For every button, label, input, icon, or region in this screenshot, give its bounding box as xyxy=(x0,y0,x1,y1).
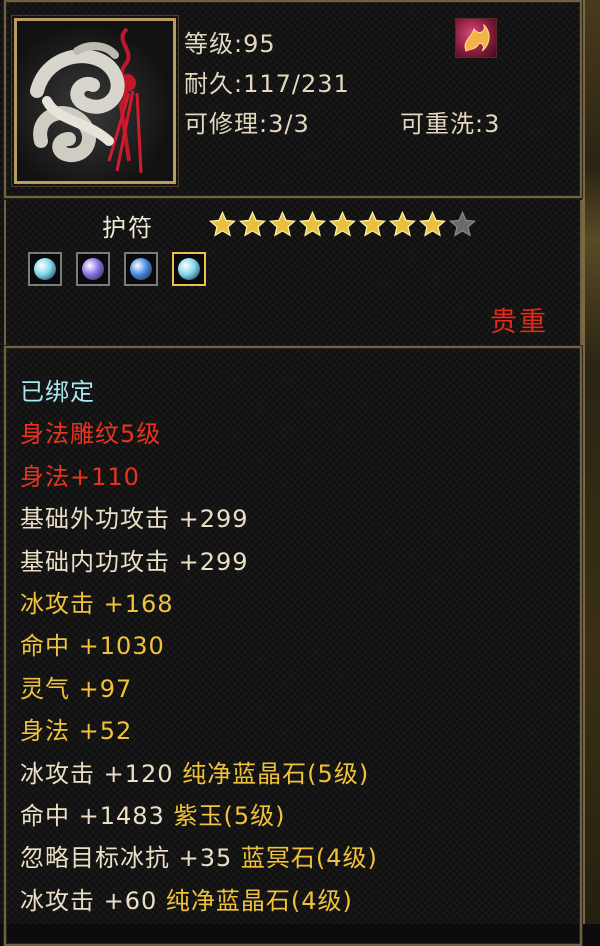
attribute-line: 冰攻击 +168 xyxy=(20,590,174,618)
flame-icon xyxy=(455,18,497,58)
gem-name: 蓝冥石(4级) xyxy=(240,844,378,873)
star-filled-icon xyxy=(238,210,267,237)
star-filled-icon xyxy=(208,210,237,237)
star-filled-icon xyxy=(358,210,387,237)
star-filled-icon xyxy=(298,210,327,237)
gem-attribute-line: 忽略目标冰抗 +35 蓝冥石(4级) xyxy=(20,838,378,873)
attribute-line: 灵气 +97 xyxy=(20,674,133,703)
attribute-line: 基础内功攻击 +299 xyxy=(20,547,249,576)
attribute-line: 身法雕纹5级 xyxy=(20,420,162,449)
attribute-line: 基础外功攻击 +299 xyxy=(20,505,249,534)
cyan-gem-icon[interactable] xyxy=(28,252,62,286)
attribute-line: 命中 +1030 xyxy=(20,632,165,661)
item-name: 护符 xyxy=(102,214,154,242)
attribute-line: 已绑定 xyxy=(20,378,95,406)
gem-core xyxy=(82,258,104,280)
blue-gem-icon[interactable] xyxy=(124,252,158,286)
star-filled-icon xyxy=(328,210,357,237)
gem-core xyxy=(130,258,152,280)
star-rating xyxy=(208,210,478,240)
gem-stat: 忽略目标冰抗 +35 xyxy=(20,844,241,873)
gem-core xyxy=(178,258,200,280)
gem-name: 紫玉(5级) xyxy=(173,802,286,830)
jade-amulet-icon xyxy=(11,15,179,187)
durability-text: 耐久:117/231 xyxy=(184,70,350,98)
gem-name: 纯净蓝晶石(4级) xyxy=(165,886,353,915)
gem-core xyxy=(34,258,56,280)
gem-stat: 命中 +1483 xyxy=(20,802,174,830)
purple-gem-icon[interactable] xyxy=(76,252,110,286)
gem-attribute-line: 冰攻击 +120 纯净蓝晶石(5级) xyxy=(20,754,369,789)
star-empty-icon xyxy=(448,210,477,237)
gem-name: 纯净蓝晶石(5级) xyxy=(182,759,370,788)
rewash-text: 可重洗:3 xyxy=(400,110,501,138)
attribute-line: 身法 +52 xyxy=(20,717,133,746)
gem-stat: 冰攻击 +120 xyxy=(20,759,183,788)
gem-attribute-line: 冰攻击 +60 纯净蓝晶石(4级) xyxy=(20,881,353,916)
attribute-line: 身法+110 xyxy=(20,462,140,491)
star-filled-icon xyxy=(268,210,297,237)
star-filled-icon xyxy=(418,210,447,237)
level-text: 等级:95 xyxy=(184,30,276,58)
cyan-gem-icon[interactable] xyxy=(172,252,206,286)
repairable-text: 可修理:3/3 xyxy=(184,110,310,138)
star-filled-icon xyxy=(388,210,417,237)
gem-attribute-line: 命中 +1483 紫玉(5级) xyxy=(20,796,285,831)
gem-stat: 冰攻击 +60 xyxy=(20,886,166,915)
window-edge-decoration xyxy=(582,0,600,924)
item-tooltip: 等级:95 耐久:117/231 可修理:3/3 可重洗:3 护符 贵重 已绑定… xyxy=(0,0,600,946)
rarity-label: 贵重 xyxy=(490,307,548,338)
